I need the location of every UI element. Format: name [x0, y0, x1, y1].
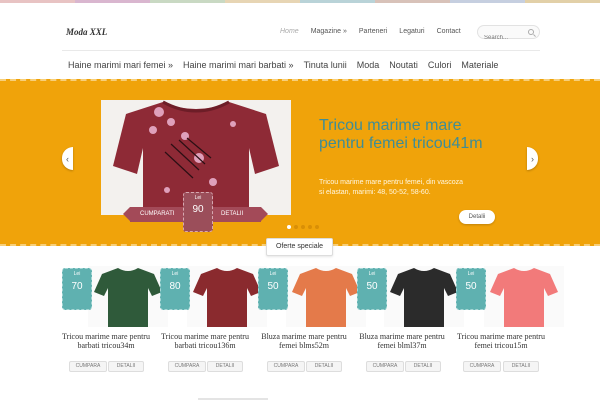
- cat-item-haine-femei[interactable]: Haine marimi mari femei »: [68, 59, 173, 71]
- price-currency: Lei: [368, 271, 376, 277]
- price-value: 50: [267, 281, 279, 292]
- search-input[interactable]: [478, 32, 526, 44]
- slider-dots: [287, 225, 319, 229]
- shirt-image: [292, 268, 360, 327]
- product-price-tag: Lei 50: [357, 268, 387, 310]
- stripe-segment: [0, 0, 75, 3]
- product-details-button[interactable]: DETALII: [108, 361, 144, 372]
- stripe-segment: [150, 0, 225, 3]
- product-buy-button[interactable]: CUMPARA: [366, 361, 404, 372]
- nav-item-contact[interactable]: Contact: [437, 25, 461, 39]
- product-details-button[interactable]: DETALII: [405, 361, 441, 372]
- product-buy-button[interactable]: CUMPARA: [463, 361, 501, 372]
- slider-dot[interactable]: [287, 225, 291, 229]
- slide-price-tag: Lei 90: [183, 192, 213, 232]
- product-image[interactable]: [484, 266, 564, 327]
- slider-dot[interactable]: [301, 225, 305, 229]
- price-value: 50: [465, 281, 477, 292]
- cat-item-tinuta-lunii[interactable]: Tinuta lunii: [304, 59, 347, 71]
- product-buy-button[interactable]: CUMPARA: [69, 361, 107, 372]
- product-title[interactable]: Bluza marime mare pentru femei blml37m: [352, 332, 452, 350]
- product-price-tag: Lei 80: [160, 268, 190, 310]
- product-buy-button[interactable]: CUMPARA: [168, 361, 206, 372]
- cat-item-moda[interactable]: Moda: [357, 59, 380, 71]
- stripe-segment: [450, 0, 525, 3]
- category-nav: Haine marimi mari femei » Haine marimi m…: [68, 59, 498, 71]
- price-currency: Lei: [467, 271, 475, 277]
- special-offers-button[interactable]: Oferte speciale: [266, 238, 333, 256]
- cat-item-noutati[interactable]: Noutati: [389, 59, 418, 71]
- ribbon-details-button[interactable]: DETALII: [221, 211, 243, 217]
- shirt-image: [390, 268, 458, 327]
- shirt-image: [193, 268, 261, 327]
- product-image[interactable]: [286, 266, 366, 327]
- chevron-right-icon: ›: [531, 153, 534, 164]
- buy-button[interactable]: CUMPARATI: [140, 211, 174, 217]
- top-color-stripe: [0, 0, 600, 3]
- stripe-segment: [75, 0, 150, 3]
- price-value: 80: [169, 281, 181, 292]
- product-title[interactable]: Bluza marime mare pentru femei blms52m: [254, 332, 354, 350]
- product-title[interactable]: Tricou marime mare pentru barbati tricou…: [56, 332, 156, 350]
- product-price-tag: Lei 50: [258, 268, 288, 310]
- price-value: 70: [71, 281, 83, 292]
- header-divider: [62, 50, 540, 51]
- shirt-image: [490, 268, 558, 327]
- chevron-left-icon: ‹: [66, 153, 69, 164]
- stripe-segment: [525, 0, 600, 3]
- search-icon[interactable]: [528, 29, 534, 35]
- price-currency: Lei: [73, 271, 81, 277]
- top-nav: Home Magazine » Parteneri Legaturi Conta…: [280, 25, 461, 39]
- stripe-segment: [375, 0, 450, 3]
- product-buy-button[interactable]: CUMPARA: [267, 361, 305, 372]
- product-image[interactable]: [384, 266, 464, 327]
- price-value: 50: [366, 281, 378, 292]
- shirt-image: [94, 268, 162, 327]
- product-price-tag: Lei 70: [62, 268, 92, 310]
- cat-item-culori[interactable]: Culori: [428, 59, 452, 71]
- stripe-segment: [300, 0, 375, 3]
- price-currency: Lei: [171, 271, 179, 277]
- cat-item-materiale[interactable]: Materiale: [461, 59, 498, 71]
- product-image[interactable]: [88, 266, 168, 327]
- slider-dot[interactable]: [315, 225, 319, 229]
- nav-item-parteneri[interactable]: Parteneri: [359, 25, 387, 39]
- search-box: [477, 25, 540, 44]
- slider-dot[interactable]: [308, 225, 312, 229]
- product-image[interactable]: [187, 266, 267, 327]
- product-details-button[interactable]: DETALII: [503, 361, 539, 372]
- product-details-button[interactable]: DETALII: [306, 361, 342, 372]
- slider-band: [0, 79, 600, 246]
- nav-item-magazine[interactable]: Magazine »: [311, 25, 347, 39]
- product-title[interactable]: Tricou marime mare pentru femei tricou15…: [451, 332, 551, 350]
- site-logo[interactable]: Moda XXL: [66, 27, 107, 37]
- product-price-tag: Lei 50: [456, 268, 486, 310]
- slider-dot[interactable]: [294, 225, 298, 229]
- nav-item-home[interactable]: Home: [280, 25, 299, 39]
- price-currency: Lei: [194, 195, 202, 201]
- cat-item-haine-barbati[interactable]: Haine marimi mari barbati »: [183, 59, 294, 71]
- price-currency: Lei: [269, 271, 277, 277]
- slide-details-button[interactable]: Detalii: [459, 210, 495, 224]
- slide-description: Tricou marime mare pentru femei, din vas…: [319, 179, 464, 196]
- product-title[interactable]: Tricou marime mare pentru barbati tricou…: [155, 332, 255, 350]
- slide-title[interactable]: Tricou marime mare pentru femei tricou41…: [319, 117, 489, 153]
- nav-item-legaturi[interactable]: Legaturi: [399, 25, 424, 39]
- price-value: 90: [192, 204, 204, 215]
- stripe-segment: [225, 0, 300, 3]
- product-details-button[interactable]: DETALII: [207, 361, 243, 372]
